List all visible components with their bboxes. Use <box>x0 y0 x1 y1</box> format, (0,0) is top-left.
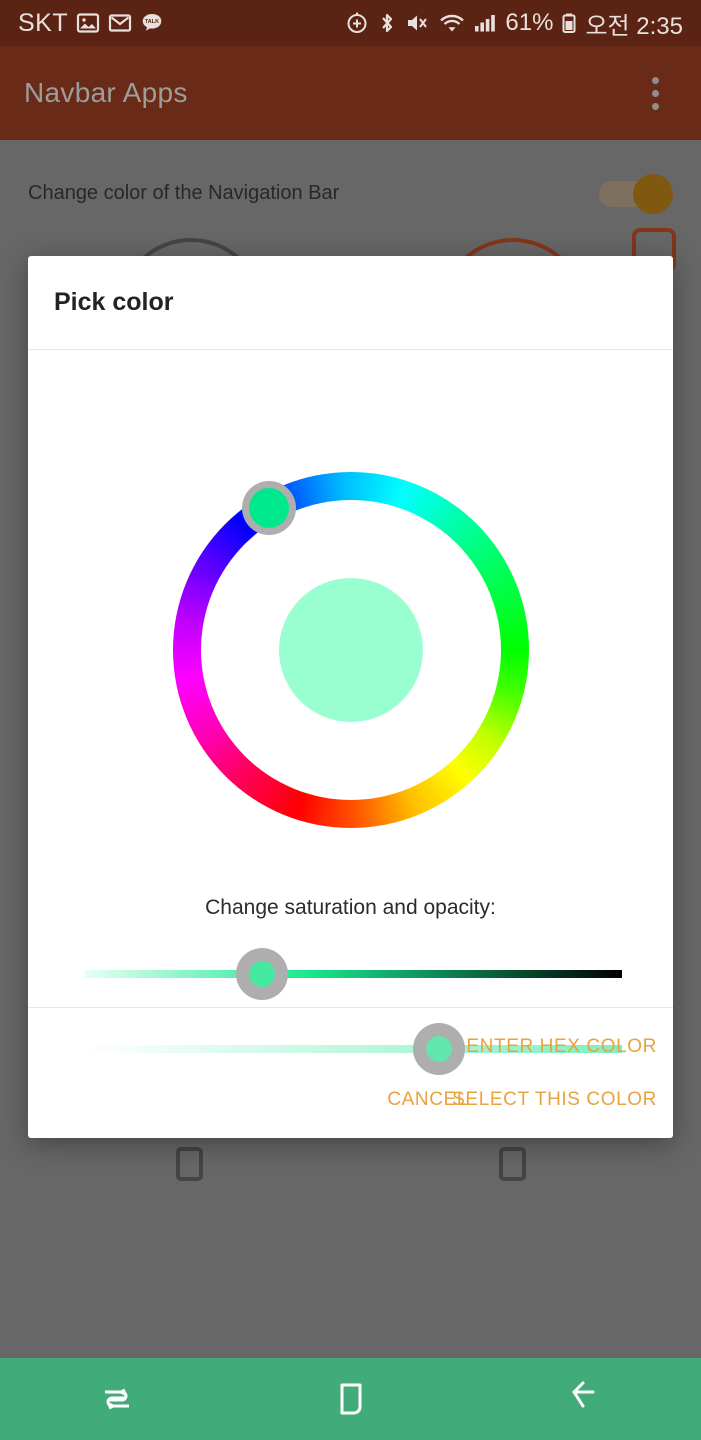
dialog-footer: ENTER HEX COLOR CANCEL SELECT THIS COLOR <box>28 1007 673 1138</box>
dialog-title: Pick color <box>54 288 174 316</box>
phone-screen: SKT TALK 61% 오전 2:35 Navbar Apps Change … <box>0 0 701 1440</box>
app-bar: Navbar Apps <box>0 46 701 140</box>
navbar-color-toggle[interactable] <box>599 171 673 215</box>
wifi-icon <box>439 11 465 35</box>
kakaotalk-icon: TALK <box>140 11 164 35</box>
bluetooth-icon <box>377 11 397 35</box>
clock-label: 오전 2:35 <box>585 12 683 40</box>
battery-percent: 61% <box>505 9 554 36</box>
overflow-dot <box>651 102 659 110</box>
status-bar: SKT TALK 61% 오전 2:35 <box>0 0 701 46</box>
hue-thumb-dot <box>248 487 289 528</box>
vibrate-mute-icon <box>405 11 431 35</box>
bg-app-icon <box>176 1147 203 1181</box>
page-title: Navbar Apps <box>24 77 188 108</box>
system-navigation-bar <box>0 1358 701 1440</box>
overflow-dot <box>651 89 659 97</box>
color-wheel[interactable] <box>172 472 529 828</box>
carrier-label: SKT <box>18 8 69 37</box>
slider-section-label: Change saturation and opacity: <box>205 896 496 919</box>
saturation-thumb-dot <box>249 961 276 987</box>
gallery-icon <box>76 11 100 35</box>
saturation-slider-thumb[interactable] <box>236 948 289 1000</box>
home-icon[interactable] <box>234 1358 468 1440</box>
setting-row-navbar-color[interactable]: Change color of the Navigation Bar <box>0 158 701 228</box>
color-preview-circle <box>278 578 423 722</box>
back-icon[interactable] <box>467 1358 701 1440</box>
bg-app-icon <box>499 1147 526 1181</box>
saturation-slider[interactable] <box>85 948 622 1000</box>
dialog-header: Pick color <box>28 256 673 350</box>
enter-hex-color-button[interactable]: ENTER HEX COLOR <box>466 1036 657 1058</box>
status-bar-right: 61% 오전 2:35 <box>345 6 683 41</box>
recents-icon[interactable] <box>0 1358 234 1440</box>
pick-color-dialog: Pick color Change saturation and opacity… <box>28 256 673 1138</box>
saturation-slider-track[interactable] <box>85 970 622 978</box>
battery-icon <box>561 11 577 35</box>
hue-thumb[interactable] <box>241 480 296 535</box>
dialog-body: Change saturation and opacity: <box>28 350 673 1075</box>
data-saver-icon <box>345 11 369 35</box>
signal-bars-icon <box>473 11 497 35</box>
toggle-knob <box>633 174 673 214</box>
setting-label: Change color of the Navigation Bar <box>28 181 340 204</box>
overflow-dot <box>651 76 659 84</box>
status-bar-left: SKT TALK <box>18 9 164 38</box>
svg-text:TALK: TALK <box>145 19 159 25</box>
gmail-icon <box>108 11 132 35</box>
select-this-color-button[interactable]: SELECT THIS COLOR <box>452 1089 657 1111</box>
overflow-menu-icon[interactable] <box>633 63 677 123</box>
